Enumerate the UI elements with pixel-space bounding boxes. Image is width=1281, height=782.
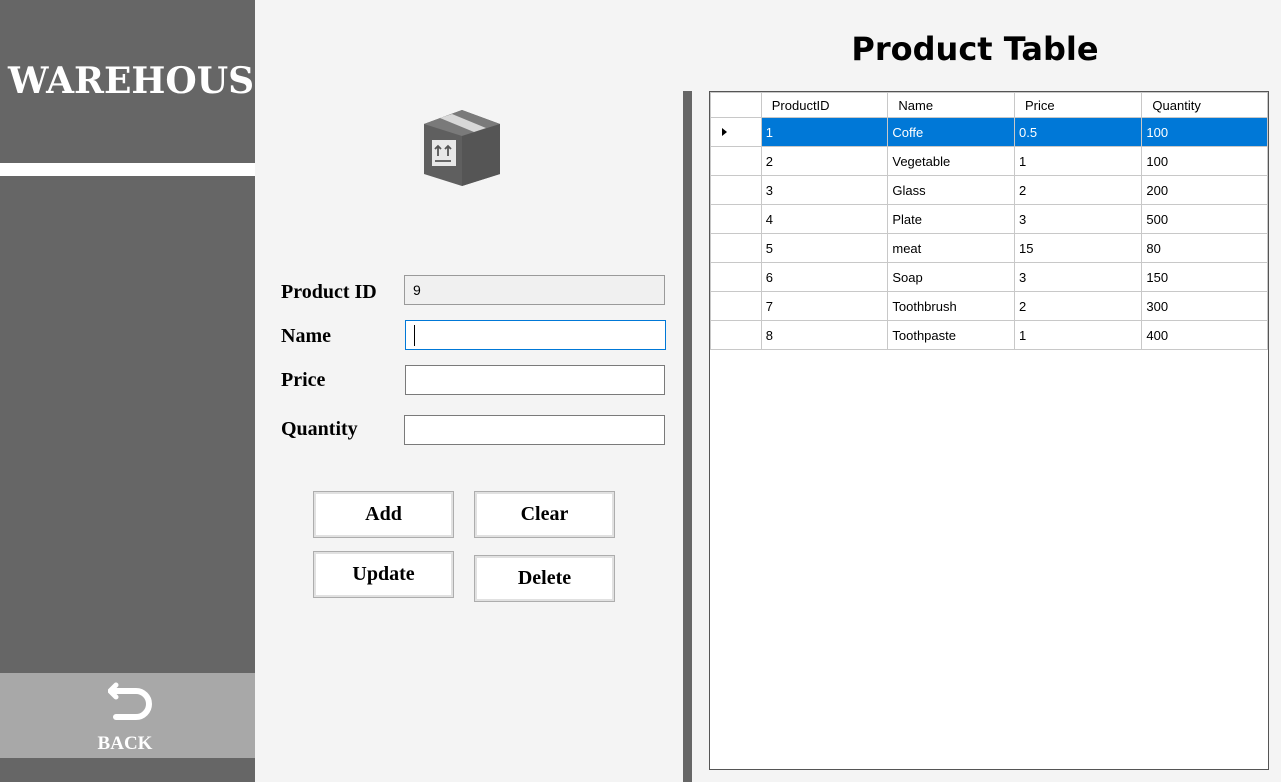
table-cell[interactable]: 400 (1141, 320, 1268, 350)
table-cell[interactable]: 0.5 (1013, 117, 1143, 147)
sidebar: WAREHOUSE BACK (0, 0, 255, 782)
box-icon (424, 110, 500, 186)
table-header-row: ProductID Name Price Quantity (710, 92, 1268, 118)
table-cell[interactable]: 2 (760, 146, 889, 176)
table-cell[interactable]: 150 (1141, 262, 1268, 292)
table-cell[interactable]: Toothbrush (887, 291, 1015, 321)
table-cell[interactable]: Glass (887, 175, 1015, 205)
table-cell[interactable]: 100 (1141, 146, 1268, 176)
table-cell[interactable]: 100 (1141, 117, 1268, 147)
table-cell[interactable]: 200 (1141, 175, 1268, 205)
name-field[interactable] (405, 320, 666, 350)
column-header-name[interactable]: Name (887, 92, 1015, 118)
table-cell[interactable]: 3 (1013, 204, 1143, 234)
table-row[interactable]: 8 Toothpaste 1 400 (710, 320, 1268, 350)
page-title: Product Table (851, 30, 1099, 68)
quantity-label: Quantity (281, 418, 358, 440)
table-row[interactable]: 5 meat 15 80 (710, 233, 1268, 263)
table-row[interactable]: 7 Toothbrush 2 300 (710, 291, 1268, 321)
table-row[interactable]: 4 Plate 3 500 (710, 204, 1268, 234)
table-cell[interactable]: 15 (1013, 233, 1143, 263)
table-cell[interactable]: Vegetable (887, 146, 1015, 176)
table-cell[interactable]: 300 (1141, 291, 1268, 321)
table-cell[interactable]: 5 (760, 233, 889, 263)
name-label: Name (281, 325, 331, 347)
text-caret (414, 325, 415, 346)
table-cell[interactable]: Soap (887, 262, 1015, 292)
clear-button[interactable]: Clear (474, 491, 615, 538)
table-cell[interactable]: 7 (760, 291, 889, 321)
price-field[interactable] (405, 365, 665, 395)
table-cell[interactable]: Toothpaste (887, 320, 1015, 350)
row-header[interactable] (710, 262, 762, 292)
table-cell[interactable]: Coffe (887, 117, 1015, 147)
table-cell[interactable]: 2 (1013, 291, 1143, 321)
row-header[interactable] (710, 146, 762, 176)
table-row[interactable]: 1 Coffe 0.5 100 (710, 117, 1268, 147)
row-header[interactable] (710, 204, 762, 234)
row-header[interactable] (710, 320, 762, 350)
delete-button[interactable]: Delete (474, 555, 615, 602)
table-cell[interactable]: 1 (760, 117, 889, 147)
row-header-corner (710, 92, 762, 118)
row-header[interactable] (710, 175, 762, 205)
table-cell[interactable]: 3 (760, 175, 889, 205)
table-row[interactable]: 2 Vegetable 1 100 (710, 146, 1268, 176)
panel-divider (683, 91, 692, 782)
table-cell[interactable]: 8 (760, 320, 889, 350)
product-id-field (404, 275, 665, 305)
add-button[interactable]: Add (313, 491, 454, 538)
column-header-productid[interactable]: ProductID (760, 92, 889, 118)
product-table: ProductID Name Price Quantity 1 Coffe 0.… (710, 92, 1268, 350)
row-header[interactable] (710, 233, 762, 263)
table-cell[interactable]: 3 (1013, 262, 1143, 292)
brand-divider (0, 163, 255, 176)
update-button[interactable]: Update (313, 551, 454, 598)
column-header-quantity[interactable]: Quantity (1141, 92, 1268, 118)
table-row[interactable]: 6 Soap 3 150 (710, 262, 1268, 292)
current-row-icon (722, 128, 727, 136)
row-header[interactable] (710, 291, 762, 321)
table-cell[interactable]: meat (887, 233, 1015, 263)
back-button[interactable]: BACK (0, 673, 255, 758)
row-header[interactable] (710, 117, 762, 147)
price-label: Price (281, 369, 326, 391)
table-cell[interactable]: 2 (1013, 175, 1143, 205)
undo-arrow-icon (108, 682, 152, 720)
table-cell[interactable]: 1 (1013, 146, 1143, 176)
column-header-price[interactable]: Price (1013, 92, 1143, 118)
product-grid[interactable]: ProductID Name Price Quantity 1 Coffe 0.… (709, 91, 1269, 770)
table-cell[interactable]: 6 (760, 262, 889, 292)
back-label: BACK (97, 733, 153, 754)
table-cell[interactable]: 4 (760, 204, 889, 234)
table-cell[interactable]: 500 (1141, 204, 1268, 234)
table-cell[interactable]: 1 (1013, 320, 1143, 350)
table-row[interactable]: 3 Glass 2 200 (710, 175, 1268, 205)
table-cell[interactable]: 80 (1141, 233, 1268, 263)
table-cell[interactable]: Plate (887, 204, 1015, 234)
brand-title: WAREHOUSE (8, 60, 255, 102)
quantity-field[interactable] (404, 415, 665, 445)
product-id-label: Product ID (281, 281, 377, 303)
